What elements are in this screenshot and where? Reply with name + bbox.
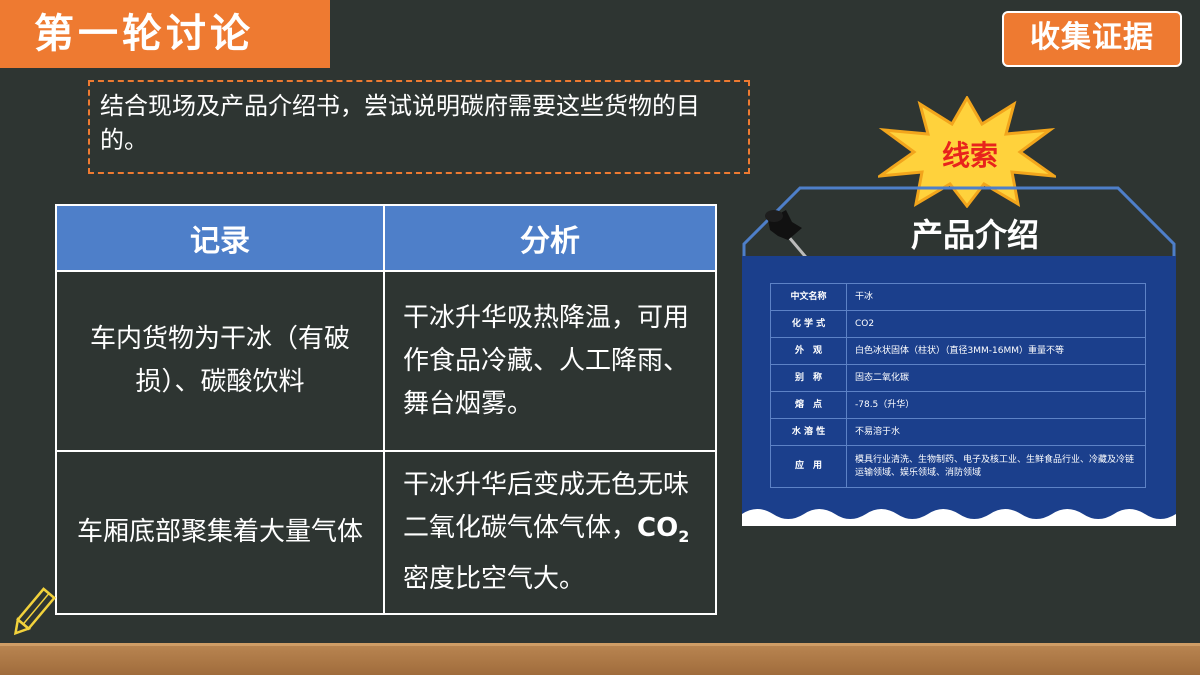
clue-label: 线索 — [941, 139, 998, 172]
spec-table: 中文名称 干冰 化 学 式 CO2 外 观白色冰状固体（柱状）（直径3MM-16MM… — [770, 283, 1146, 488]
co2-formula: CO2 — [637, 512, 690, 547]
product-card-title: 产品介绍 — [910, 216, 1039, 254]
header-analysis: 分析 — [383, 204, 717, 272]
spec-row: 外 观白色冰状固体（柱状）（直径3MM-16MM）重量不等 — [770, 337, 1146, 365]
table-header-row: 记录 分析 — [55, 204, 717, 272]
wave-border — [742, 509, 1176, 526]
spec-value: 白色冰状固体（柱状）（直径3MM-16MM）重量不等 — [846, 337, 1146, 365]
discussion-table: 记录 分析 车内货物为干冰（有破损）、碳酸饮料 干冰升华吸热降温，可用作食品冷藏… — [55, 204, 717, 615]
spec-value: CO2 — [846, 310, 1146, 338]
spec-row: 应 用模具行业清洗、生物制药、电子及核工业、生鲜食品行业、冷藏及冷链运输领域、娱… — [770, 445, 1146, 488]
spec-value: -78.5（升华） — [846, 391, 1146, 419]
spec-label: 化 学 式 — [770, 310, 847, 338]
question-prompt: 结合现场及产品介绍书，尝试说明碳府需要这些货物的目的。 — [88, 80, 750, 174]
spec-label: 中文名称 — [770, 283, 847, 311]
spec-value: 模具行业清洗、生物制药、电子及核工业、生鲜食品行业、冷藏及冷链运输领域、娱乐领域… — [846, 445, 1146, 488]
co2-subscript: 2 — [678, 527, 690, 547]
page-title: 第一轮讨论 — [0, 0, 330, 68]
record-cell: 车内货物为干冰（有破损）、碳酸饮料 — [55, 270, 385, 452]
table-row: 车内货物为干冰（有破损）、碳酸饮料 干冰升华吸热降温，可用作食品冷藏、人工降雨、… — [55, 270, 717, 452]
header-record: 记录 — [55, 204, 385, 272]
spec-label: 别 称 — [770, 364, 847, 392]
spec-label: 水 溶 性 — [770, 418, 847, 446]
analysis-cell: 干冰升华吸热降温，可用作食品冷藏、人工降雨、舞台烟雾。 — [383, 270, 717, 452]
spec-label: 应 用 — [770, 445, 847, 488]
record-cell: 车厢底部聚集着大量气体 — [55, 450, 385, 615]
spec-value: 干冰 — [846, 283, 1146, 311]
spec-label: 外 观 — [770, 337, 847, 365]
co2-main: CO — [637, 512, 679, 543]
analysis-cell: 干冰升华后变成无色无味二氧化碳气体气体，CO2密度比空气大。 — [383, 450, 717, 615]
spec-row: 熔 点 -78.5（升华） — [770, 391, 1146, 419]
spec-row: 中文名称 干冰 — [770, 283, 1146, 311]
spec-value: 不易溶于水 — [846, 418, 1146, 446]
spec-row: 化 学 式 CO2 — [770, 310, 1146, 338]
analysis-text-suffix: 密度比空气大。 — [403, 564, 586, 595]
collect-evidence-button[interactable]: 收集证据 — [1002, 11, 1182, 67]
spec-value: 固态二氧化碳 — [846, 364, 1146, 392]
spec-row: 水 溶 性不易溶于水 — [770, 418, 1146, 446]
table-row: 车厢底部聚集着大量气体 干冰升华后变成无色无味二氧化碳气体气体，CO2密度比空气… — [55, 450, 717, 615]
chalkboard-ledge — [0, 643, 1200, 675]
spec-row: 别 称固态二氧化碳 — [770, 364, 1146, 392]
spec-label: 熔 点 — [770, 391, 847, 419]
product-card: 中文名称 干冰 化 学 式 CO2 外 观白色冰状固体（柱状）（直径3MM-16MM… — [742, 256, 1176, 526]
pencil-icon — [13, 587, 57, 636]
